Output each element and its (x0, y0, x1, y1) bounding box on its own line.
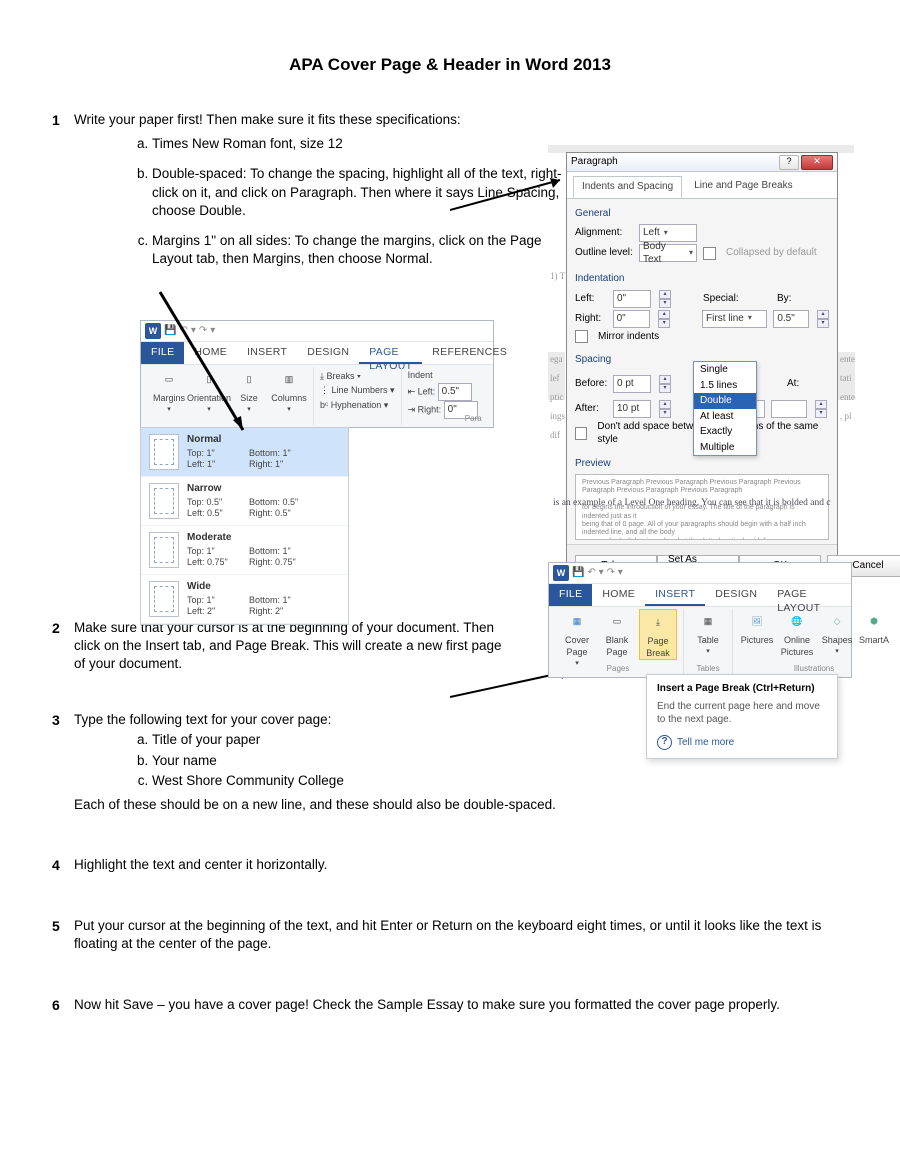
smartart-button[interactable]: ⬢SmartA (859, 609, 889, 646)
outline-select[interactable]: Body Text (639, 244, 697, 262)
paragraph-dialog: Paragraph ? ✕ Indents and Spacing Line a… (566, 152, 838, 588)
orientation-button[interactable]: ▯Orientation▾ (191, 367, 227, 415)
pictures-button[interactable]: 🖼Pictures (739, 609, 775, 646)
tab-line-breaks[interactable]: Line and Page Breaks (686, 176, 800, 198)
dialog-caption: is an example of a Level One heading. Yo… (553, 497, 853, 510)
tab-design[interactable]: DESIGN (297, 342, 359, 364)
help-icon[interactable]: ? (779, 155, 799, 170)
margins-button[interactable]: ▭Margins▾ (151, 367, 187, 415)
step-1-text: Write your paper first! Then make sure i… (74, 111, 848, 129)
dialog-title: Paragraph (571, 155, 618, 169)
tab-references[interactable]: REFERENCES (422, 342, 517, 364)
margins-wide[interactable]: Wide Top: 1"Bottom: 1" Left: 2"Right: 2" (141, 575, 348, 624)
close-icon[interactable]: ✕ (801, 155, 833, 170)
step-1-a: Times New Roman font, size 12 (152, 135, 582, 153)
margins-normal[interactable]: .mico::before{top:4px;left:4px;right:4px… (141, 428, 348, 477)
tab-home[interactable]: HOME (184, 342, 237, 364)
margins-moderate[interactable]: Moderate Top: 1"Bottom: 1" Left: 0.75"Ri… (141, 526, 348, 575)
page-title: APA Cover Page & Header in Word 2013 (52, 55, 848, 75)
word-icon: W (553, 565, 569, 581)
step-3-a: Title of your paper (152, 731, 582, 749)
tab-insert[interactable]: INSERT (645, 584, 705, 606)
step-4-text: Highlight the text and center it horizon… (74, 856, 848, 875)
size-button[interactable]: ▯Size▾ (231, 367, 267, 415)
cover-page-button[interactable]: ▦Cover Page▾ (559, 609, 595, 669)
line-spacing-dropdown[interactable]: Single 1.5 lines Double At least Exactly… (693, 361, 757, 456)
step-6-text: Now hit Save – you have a cover page! Ch… (74, 996, 848, 1015)
step-3-b: Your name (152, 752, 582, 770)
tell-me-more-link[interactable]: Tell me more (657, 735, 827, 750)
step-1-c: Margins 1" on all sides: To change the m… (152, 232, 582, 268)
margins-dropdown[interactable]: .mico::before{top:4px;left:4px;right:4px… (140, 427, 349, 625)
tab-page-layout[interactable]: PAGE LAYOUT (359, 342, 422, 364)
word-icon: W (145, 323, 161, 339)
shapes-button[interactable]: ◇Shapes▾ (819, 609, 855, 657)
tab-design[interactable]: DESIGN (705, 584, 767, 606)
bg-text: 1) T (550, 270, 565, 282)
step-number-5: 5 (52, 917, 74, 953)
tab-insert[interactable]: INSERT (237, 342, 297, 364)
mirror-checkbox[interactable] (575, 330, 588, 343)
step-number-4: 4 (52, 856, 74, 875)
tab-indents-spacing[interactable]: Indents and Spacing (573, 176, 682, 198)
tab-page-layout[interactable]: PAGE LAYOUT (767, 584, 851, 606)
table-button[interactable]: ▦Table▾ (690, 609, 726, 657)
online-pictures-button[interactable]: 🌐Online Pictures (779, 609, 815, 658)
step-number-1: 1 (52, 111, 74, 281)
page-break-button[interactable]: ⤓Page Break (639, 609, 677, 660)
step-5-text: Put your cursor at the beginning of the … (74, 917, 848, 953)
section-preview: Preview (575, 457, 829, 471)
section-indentation: Indentation (575, 272, 829, 286)
tab-file[interactable]: FILE (549, 584, 592, 606)
blank-page-button[interactable]: ▭Blank Page (599, 609, 635, 658)
word-ribbon-page-layout: W 💾 ↶▾ ↷▾ FILE HOME INSERT DESIGN PAGE L… (140, 320, 494, 428)
step-3-note: Each of these should be on a new line, a… (74, 796, 848, 814)
indent-left-input[interactable]: 0" (613, 290, 651, 308)
save-icon[interactable]: 💾 (164, 324, 176, 338)
step-number-3: 3 (52, 711, 74, 814)
tab-file[interactable]: FILE (141, 342, 184, 364)
section-general: General (575, 207, 829, 221)
before-input[interactable]: 0 pt (613, 375, 651, 393)
step-number-2: 2 (52, 619, 74, 674)
after-input[interactable]: 10 pt (613, 400, 651, 418)
at-input[interactable] (771, 400, 807, 418)
step-1-b: Double-spaced: To change the spacing, hi… (152, 165, 582, 220)
margins-narrow[interactable]: Narrow Top: 0.5"Bottom: 0.5" Left: 0.5"R… (141, 477, 348, 526)
by-input[interactable]: 0.5" (773, 310, 809, 328)
columns-button[interactable]: ▥Columns▾ (271, 367, 307, 415)
tab-home[interactable]: HOME (592, 584, 645, 606)
step-2-text: Make sure that your cursor is at the beg… (74, 619, 504, 674)
collapsed-checkbox[interactable] (703, 247, 716, 260)
page-break-tooltip: Insert a Page Break (Ctrl+Return) End th… (646, 674, 838, 759)
special-select[interactable]: First line (702, 310, 767, 328)
nospace-checkbox[interactable] (575, 427, 587, 440)
word-ribbon-insert: W 💾 ↶ ▾↷ ▾ FILE HOME INSERT DESIGN PAGE … (548, 562, 852, 678)
step-3-c: West Shore Community College (152, 772, 582, 790)
step-number-6: 6 (52, 996, 74, 1015)
indent-right-input[interactable]: 0" (613, 310, 651, 328)
